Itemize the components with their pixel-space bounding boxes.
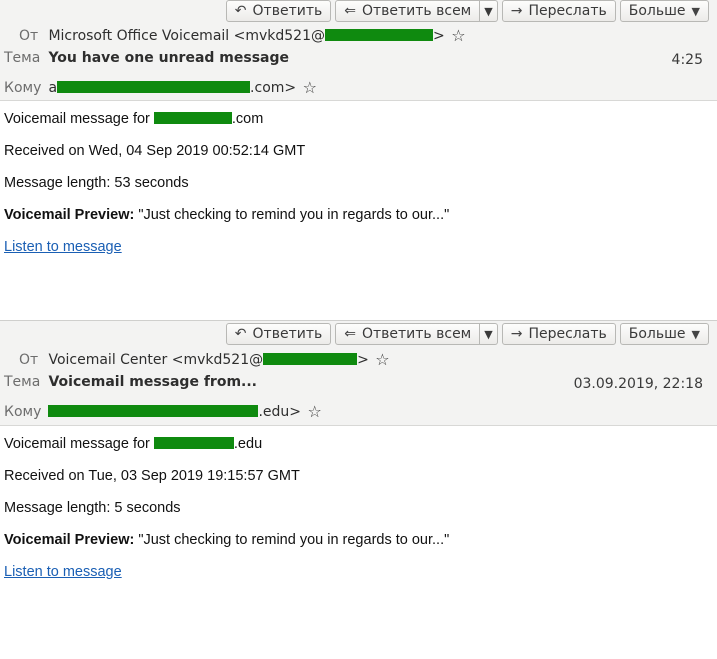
- voicemail-for-domain: .edu: [233, 436, 263, 452]
- reply-label: Ответить: [252, 326, 323, 342]
- from-address-end: >: [357, 352, 369, 368]
- message-header: ↶ Ответить ⇐ Ответить всем ▼ → Переслать…: [0, 0, 717, 101]
- reply-all-icon: ⇐: [344, 326, 356, 342]
- reply-all-split-button: ⇐ Ответить всем ▼: [335, 323, 498, 345]
- received-line: Received on Wed, 04 Sep 2019 00:52:14 GM…: [4, 143, 306, 159]
- preview-text: "Just checking to remind you in regards …: [134, 532, 450, 548]
- redacted-block: [263, 353, 358, 365]
- reply-label: Ответить: [252, 3, 323, 19]
- reply-all-button[interactable]: ⇐ Ответить всем: [335, 323, 481, 345]
- more-button[interactable]: Больше ▼: [619, 323, 709, 345]
- message-body: Voicemail message for .edu Received on T…: [0, 426, 717, 594]
- preview-text: "Just checking to remind you in regards …: [134, 207, 450, 223]
- star-icon[interactable]: ☆: [303, 78, 317, 97]
- to-row: Кому a .com> ☆: [4, 77, 717, 97]
- reply-button[interactable]: ↶ Ответить: [225, 323, 332, 345]
- to-label: Кому: [4, 80, 42, 96]
- subject-label: Тема: [4, 50, 41, 66]
- email-message-2: ↶ Ответить ⇐ Ответить всем ▼ → Переслать…: [0, 320, 717, 659]
- from-address: Voicemail Center <mvkd521@: [48, 352, 264, 368]
- voicemail-for-line: Voicemail message for .com: [4, 109, 713, 141]
- listen-to-message-link[interactable]: Listen to message: [4, 564, 122, 580]
- subject-value: Voicemail message from...: [48, 374, 257, 390]
- reply-all-icon: ⇐: [344, 3, 356, 19]
- to-row: Кому .edu> ☆: [4, 401, 717, 421]
- redacted-block: [48, 405, 259, 417]
- forward-button[interactable]: → Переслать: [501, 323, 616, 345]
- message-header: ↶ Ответить ⇐ Ответить всем ▼ → Переслать…: [0, 320, 717, 426]
- from-row: От Voicemail Center <mvkd521@ > ☆: [19, 349, 717, 369]
- redacted-block: [57, 81, 251, 93]
- reply-all-dropdown-button[interactable]: ▼: [480, 0, 498, 22]
- star-icon[interactable]: ☆: [307, 402, 321, 421]
- to-value[interactable]: .edu>: [48, 404, 301, 420]
- to-label: Кому: [4, 404, 42, 420]
- forward-button[interactable]: → Переслать: [501, 0, 616, 22]
- from-value[interactable]: Microsoft Office Voicemail <mvkd521@ >: [48, 28, 444, 44]
- from-address-end: >: [433, 28, 445, 44]
- to-address-start: a: [48, 80, 58, 96]
- reply-all-dropdown-button[interactable]: ▼: [480, 323, 498, 345]
- to-value[interactable]: a .com>: [48, 80, 296, 96]
- preview-label: Voicemail Preview:: [4, 532, 135, 548]
- voicemail-preview-line: Voicemail Preview: "Just checking to rem…: [4, 530, 713, 562]
- from-row: От Microsoft Office Voicemail <mvkd521@ >…: [19, 25, 717, 45]
- star-icon[interactable]: ☆: [451, 26, 465, 45]
- chevron-down-icon: ▼: [484, 327, 493, 341]
- subject-value: You have one unread message: [48, 50, 290, 66]
- listen-to-message-link[interactable]: Listen to message: [4, 239, 122, 255]
- to-address-end: .edu>: [258, 404, 302, 420]
- voicemail-for-line: Voicemail message for .edu: [4, 434, 713, 466]
- reply-all-button[interactable]: ⇐ Ответить всем: [335, 0, 481, 22]
- email-message-1: ↶ Ответить ⇐ Ответить всем ▼ → Переслать…: [0, 0, 717, 320]
- from-value[interactable]: Voicemail Center <mvkd521@ >: [48, 352, 368, 368]
- message-length-line: Message length: 5 seconds: [4, 500, 181, 516]
- more-button[interactable]: Больше ▼: [619, 0, 709, 22]
- chevron-down-icon: ▼: [691, 327, 700, 341]
- to-address-end: .com>: [250, 80, 297, 96]
- message-date: 03.09.2019, 22:18: [573, 376, 703, 392]
- message-date: 4:25: [671, 52, 703, 68]
- more-label: Больше: [628, 3, 686, 19]
- voicemail-preview-line: Voicemail Preview: "Just checking to rem…: [4, 205, 713, 237]
- reply-all-label: Ответить всем: [361, 326, 472, 342]
- forward-icon: →: [510, 326, 523, 342]
- chevron-down-icon: ▼: [484, 4, 493, 18]
- reply-icon: ↶: [234, 326, 247, 342]
- received-line: Received on Tue, 03 Sep 2019 19:15:57 GM…: [4, 468, 300, 484]
- star-icon[interactable]: ☆: [375, 350, 389, 369]
- redacted-block: [153, 112, 232, 124]
- from-address: Microsoft Office Voicemail <mvkd521@: [48, 28, 326, 44]
- voicemail-for-domain: .com: [231, 111, 264, 127]
- voicemail-for-text: Voicemail message for: [4, 436, 154, 452]
- subject-row: Тема You have one unread message: [4, 50, 717, 66]
- voicemail-for-text: Voicemail message for: [4, 111, 154, 127]
- more-label: Больше: [628, 326, 686, 342]
- chevron-down-icon: ▼: [691, 4, 700, 18]
- subject-label: Тема: [4, 374, 41, 390]
- reply-all-split-button: ⇐ Ответить всем ▼: [335, 0, 498, 22]
- message-length-line: Message length: 53 seconds: [4, 175, 189, 191]
- from-label: От: [19, 28, 39, 44]
- forward-icon: →: [510, 3, 523, 19]
- message-toolbar: ↶ Ответить ⇐ Ответить всем ▼ → Переслать…: [225, 323, 709, 345]
- redacted-block: [325, 29, 434, 41]
- message-toolbar: ↶ Ответить ⇐ Ответить всем ▼ → Переслать…: [225, 0, 709, 22]
- forward-label: Переслать: [528, 326, 607, 342]
- forward-label: Переслать: [528, 3, 607, 19]
- reply-icon: ↶: [234, 3, 247, 19]
- preview-label: Voicemail Preview:: [4, 207, 135, 223]
- from-label: От: [19, 352, 39, 368]
- redacted-block: [153, 437, 234, 449]
- reply-button[interactable]: ↶ Ответить: [225, 0, 332, 22]
- message-body: Voicemail message for .com Received on W…: [0, 101, 717, 269]
- reply-all-label: Ответить всем: [361, 3, 472, 19]
